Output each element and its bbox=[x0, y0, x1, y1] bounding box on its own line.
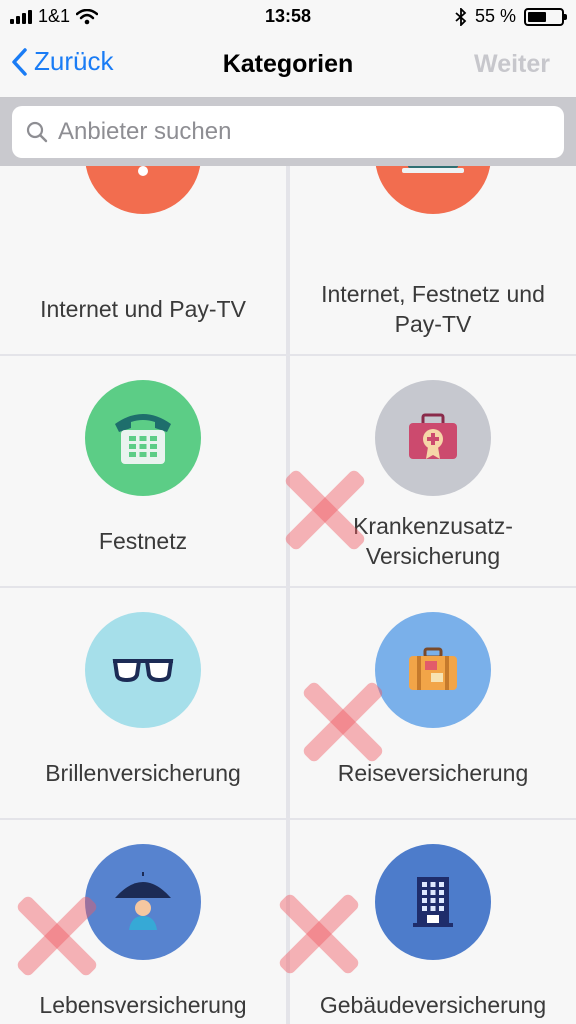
category-internet-pay-tv[interactable]: Internet und Pay-TV bbox=[0, 166, 286, 354]
search-bar: Anbieter suchen bbox=[0, 98, 576, 166]
category-internet-festnetz-pay-tv[interactable]: Internet, Festnetz und Pay-TV bbox=[290, 166, 576, 354]
glasses-icon bbox=[112, 659, 174, 683]
search-input[interactable]: Anbieter suchen bbox=[12, 106, 564, 158]
wifi-icon bbox=[138, 166, 148, 176]
navigation-bar: Zurück Kategorien Weiter bbox=[0, 32, 576, 98]
category-grid: Internet und Pay-TV Internet, Festnetz u… bbox=[0, 166, 576, 1024]
category-label: Krankenzusatz-Versicherung bbox=[353, 513, 513, 569]
search-placeholder: Anbieter suchen bbox=[58, 118, 232, 145]
category-reiseversicherung[interactable]: Reiseversicherung bbox=[290, 588, 576, 818]
back-label: Zurück bbox=[34, 46, 114, 76]
medical-kit-icon bbox=[409, 413, 457, 459]
category-label: Gebäudeversicherung bbox=[319, 992, 547, 1018]
status-right: 55 % bbox=[455, 6, 567, 27]
category-icon-circle bbox=[85, 166, 201, 214]
category-festnetz[interactable]: Festnetz bbox=[0, 356, 286, 586]
category-icon-circle bbox=[375, 844, 491, 960]
category-icon-circle bbox=[85, 844, 201, 960]
category-icon-circle bbox=[375, 380, 491, 496]
category-lebensversicherung[interactable]: Lebensversicherung bbox=[0, 820, 286, 1024]
category-brillenversicherung[interactable]: Brillenversicherung bbox=[0, 588, 286, 818]
battery-icon bbox=[524, 7, 567, 26]
category-label: Internet und Pay-TV bbox=[40, 296, 246, 322]
bluetooth-icon bbox=[455, 7, 467, 26]
status-bar: 1&1 13:58 55 % bbox=[0, 0, 576, 32]
category-icon-circle bbox=[85, 612, 201, 728]
battery-percent: 55 % bbox=[474, 6, 516, 26]
category-icon-circle bbox=[85, 380, 201, 496]
telephone-icon bbox=[115, 414, 171, 464]
category-icon-circle bbox=[375, 612, 491, 728]
suitcase-icon bbox=[409, 647, 457, 690]
category-label: Lebensversicherung bbox=[39, 992, 247, 1018]
category-label: Brillenversicherung bbox=[45, 760, 241, 786]
battery-fill bbox=[528, 11, 546, 22]
category-krankenzusatz[interactable]: Krankenzusatz-Versicherung bbox=[290, 356, 576, 586]
umbrella-person-icon bbox=[115, 872, 171, 930]
laptop-phone-icon bbox=[402, 166, 464, 173]
category-icon-circle bbox=[375, 166, 491, 214]
category-label: Internet, Festnetz und Pay-TV bbox=[321, 281, 545, 337]
search-icon bbox=[26, 121, 48, 143]
next-button[interactable]: Weiter bbox=[474, 50, 550, 79]
back-button[interactable]: Zurück bbox=[10, 46, 113, 77]
building-icon bbox=[413, 877, 453, 927]
category-gebaeudeversicherung[interactable]: Gebäudeversicherung bbox=[290, 820, 576, 1024]
category-label: Reiseversicherung bbox=[337, 760, 529, 786]
category-label: Festnetz bbox=[98, 528, 188, 554]
chevron-left-icon bbox=[12, 47, 27, 76]
